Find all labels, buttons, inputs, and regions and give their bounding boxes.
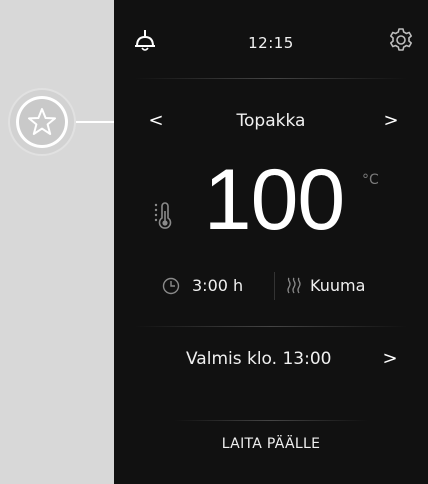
heat-mode-label[interactable]: Kuuma	[310, 276, 365, 295]
heat-waves-icon	[287, 277, 301, 294]
start-button[interactable]: LAITA PÄÄLLE	[114, 420, 428, 474]
chevron-right-icon[interactable]: >	[380, 347, 400, 371]
status-bar: 12:15	[114, 0, 428, 80]
next-mode-button[interactable]: >	[379, 109, 403, 133]
temperature-value: 100	[203, 152, 346, 248]
thermometer-icon	[154, 202, 172, 229]
divider	[134, 78, 408, 79]
favorite-button[interactable]	[16, 96, 68, 148]
ready-time-label: Valmis klo. 13:00	[186, 349, 332, 369]
star-icon	[28, 108, 56, 135]
info-divider	[274, 272, 275, 300]
mode-selector: < Topakka >	[114, 105, 428, 141]
duration-value[interactable]: 3:00 h	[192, 276, 243, 295]
timer-icon	[162, 277, 180, 295]
stage: 12:15 < Topakka > 100 °C 3:00 h Kuuma Va…	[0, 0, 428, 484]
ready-time-row[interactable]: Valmis klo. 13:00 >	[114, 342, 428, 378]
temperature-unit: °C	[362, 172, 379, 188]
temperature-display[interactable]: 100 °C	[114, 152, 428, 250]
oven-display: 12:15 < Topakka > 100 °C 3:00 h Kuuma Va…	[114, 0, 428, 484]
program-info: 3:00 h Kuuma	[114, 270, 428, 302]
favorite-callout	[8, 88, 76, 156]
divider	[134, 326, 408, 327]
gear-icon[interactable]	[388, 27, 414, 53]
start-button-label: LAITA PÄÄLLE	[221, 436, 321, 452]
clock-time: 12:15	[248, 34, 294, 52]
